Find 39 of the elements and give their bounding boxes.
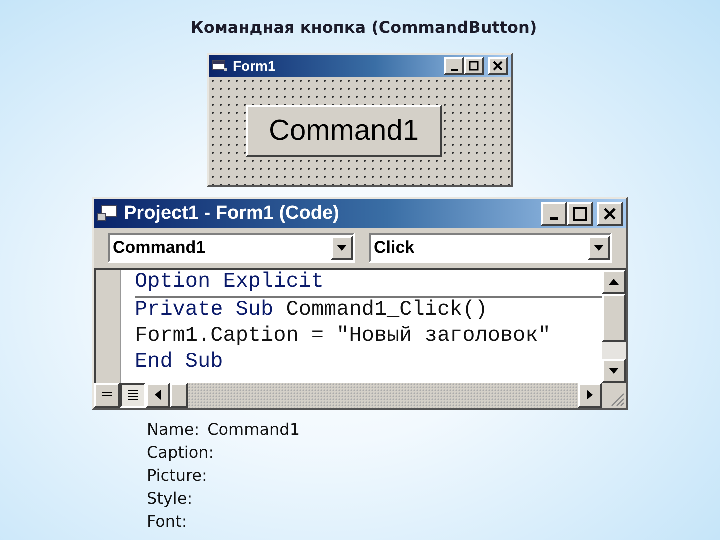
minimize-button[interactable] — [444, 57, 464, 75]
maximize-icon — [469, 61, 479, 71]
minimize-button[interactable] — [541, 202, 567, 226]
horizontal-scrollbar[interactable] — [146, 382, 602, 408]
code-line: End Sub — [135, 350, 224, 376]
code-line: Form1.Caption = "Новый заголовок" — [135, 324, 552, 350]
minimize-icon — [450, 69, 458, 71]
lines-icon — [126, 389, 140, 402]
property-value: Command1 — [208, 419, 300, 441]
command-button[interactable]: Command1 — [246, 105, 442, 157]
close-icon — [603, 206, 617, 221]
close-icon — [493, 61, 503, 71]
full-module-view-button[interactable] — [120, 382, 146, 408]
scroll-down-icon — [608, 366, 620, 375]
maximize-button[interactable] — [464, 57, 484, 75]
property-label: Caption: — [147, 442, 214, 464]
maximize-button[interactable] — [567, 202, 593, 226]
object-dropdown[interactable]: Command1 — [108, 233, 355, 263]
property-label: Style: — [147, 488, 193, 510]
code-line: Option Explicit — [135, 270, 602, 298]
procedure-dropdown[interactable]: Click — [368, 233, 612, 263]
window-title: Form1 — [233, 58, 277, 74]
property-label: Picture: — [147, 465, 208, 487]
window-title: Project1 - Form1 (Code) — [124, 202, 340, 225]
property-label: Name: — [147, 419, 200, 441]
scroll-right-icon — [586, 389, 594, 402]
close-button[interactable] — [488, 57, 508, 75]
property-label: Font: — [147, 511, 188, 533]
scroll-up-icon — [608, 278, 620, 286]
code-window-icon — [97, 204, 119, 223]
close-button[interactable] — [597, 202, 623, 226]
form-icon — [212, 60, 228, 72]
procedure-view-button[interactable] — [94, 382, 120, 408]
scroll-left-icon — [154, 389, 162, 402]
vertical-scrollbar[interactable] — [602, 270, 626, 383]
code-line: Private Sub Command1_Click() — [135, 298, 489, 324]
minimize-icon — [550, 217, 558, 220]
maximize-icon — [573, 206, 587, 221]
slide-title: Командная кнопка (CommandButton) — [190, 18, 538, 39]
